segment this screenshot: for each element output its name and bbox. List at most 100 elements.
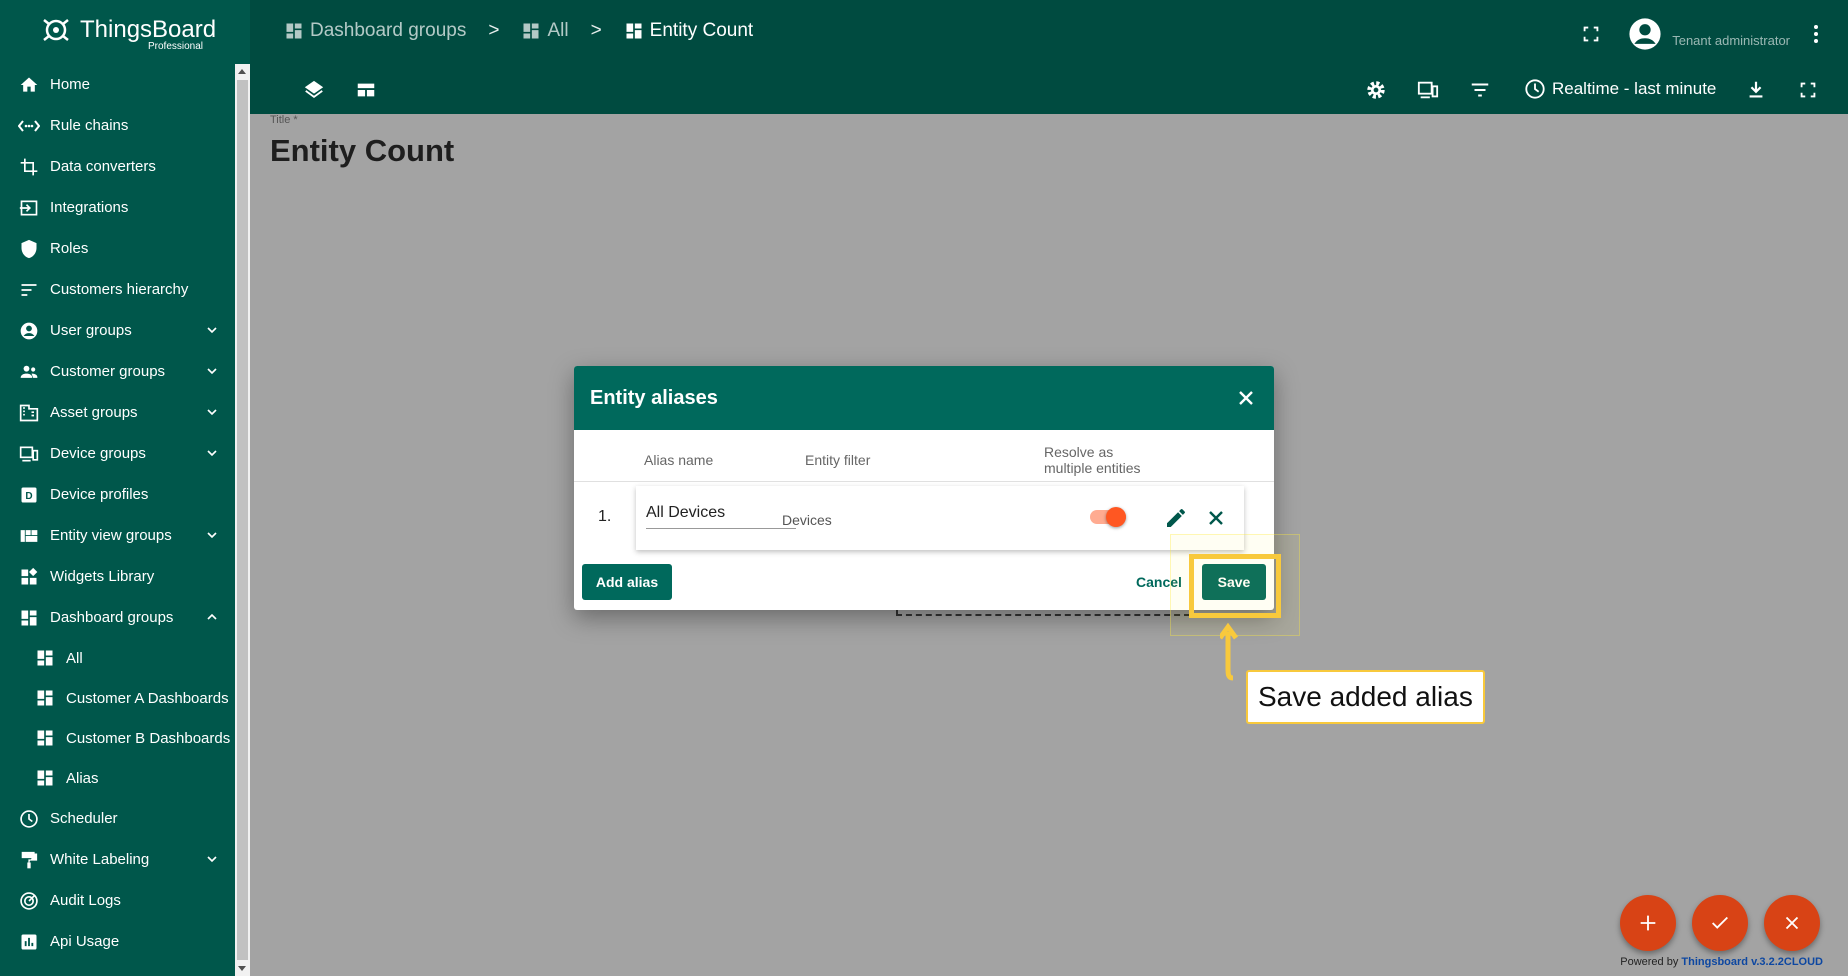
devices-icon bbox=[1417, 81, 1439, 99]
sidebar-item-customers-hierarchy[interactable]: Customers hierarchy bbox=[0, 269, 234, 310]
sidebar-item-data-converters[interactable]: Data converters bbox=[0, 146, 234, 187]
clock-icon bbox=[1525, 79, 1545, 99]
sidebar-item-label: Asset groups bbox=[50, 404, 138, 421]
sidebar-item-label: Integrations bbox=[50, 199, 129, 216]
col-resolve-line1: Resolve as bbox=[1044, 444, 1114, 460]
app-root: ThingsBoard Professional Home Rule chain… bbox=[0, 0, 1848, 976]
sidebar-item-audit-logs[interactable]: Audit Logs bbox=[0, 880, 234, 921]
sidebar-item-customer-b-dashboards[interactable]: Customer B Dashboards bbox=[0, 718, 234, 758]
plus-icon bbox=[1640, 915, 1656, 931]
resolve-multiple-toggle[interactable] bbox=[1090, 507, 1126, 527]
sidebar-item-label: Entity view groups bbox=[50, 527, 172, 544]
sidebar-item-device-profiles[interactable]: D Device profiles bbox=[0, 474, 234, 515]
view-quilt-icon bbox=[18, 525, 40, 547]
sidebar-item-white-labeling[interactable]: White Labeling bbox=[0, 839, 234, 880]
domain-icon bbox=[18, 402, 40, 424]
dashboard-icon bbox=[626, 23, 642, 39]
chevron-up-icon[interactable] bbox=[204, 609, 220, 625]
col-entity-filter: Entity filter bbox=[805, 452, 871, 468]
chevron-down-icon[interactable] bbox=[204, 322, 220, 338]
powered-link[interactable]: Thingsboard v.3.2.2CLOUD bbox=[1681, 956, 1823, 968]
page-title[interactable]: Entity Count bbox=[270, 133, 454, 169]
dashboard-fullscreen-button[interactable] bbox=[1794, 76, 1822, 104]
export-button[interactable] bbox=[1742, 76, 1770, 104]
sidebar-item-rule-chains[interactable]: Rule chains bbox=[0, 105, 234, 146]
svg-text:D: D bbox=[25, 491, 32, 502]
close-icon[interactable] bbox=[1234, 386, 1258, 410]
sidebar-item-customer-groups[interactable]: Customer groups bbox=[0, 351, 234, 392]
add-widget-fab[interactable] bbox=[1620, 895, 1676, 951]
shield-icon bbox=[18, 238, 40, 260]
apply-changes-fab[interactable] bbox=[1692, 895, 1748, 951]
layers-icon bbox=[304, 80, 324, 99]
col-alias-name: Alias name bbox=[644, 452, 714, 468]
widget-outline bbox=[896, 614, 1190, 616]
scrollbar-thumb[interactable] bbox=[237, 80, 248, 960]
chevron-down-icon[interactable] bbox=[204, 851, 220, 867]
sidebar-item-label: Dashboard groups bbox=[50, 609, 174, 626]
breadcrumb: Dashboard groups > All > Entity Count bbox=[284, 20, 753, 42]
sidebar-item-alias[interactable]: Alias bbox=[0, 758, 234, 798]
scroll-up-arrow[interactable] bbox=[238, 69, 246, 74]
sidebar-item-asset-groups[interactable]: Asset groups bbox=[0, 392, 234, 433]
alias-name-input[interactable]: All Devices bbox=[646, 504, 796, 529]
sidebar-item-device-groups[interactable]: Device groups bbox=[0, 433, 234, 474]
sidebar-item-api-usage[interactable]: Api Usage bbox=[0, 921, 234, 962]
sidebar-item-label: Alias bbox=[66, 769, 99, 787]
sidebar-item-customer-a-dashboards[interactable]: Customer A Dashboards bbox=[0, 678, 234, 718]
sidebar-item-integrations[interactable]: Integrations bbox=[0, 187, 234, 228]
dashboard-icon bbox=[34, 767, 56, 789]
fullscreen-icon[interactable] bbox=[1580, 23, 1602, 45]
chevron-down-icon[interactable] bbox=[204, 404, 220, 420]
entity-filter-value: Devices bbox=[782, 512, 832, 528]
scroll-down-arrow[interactable] bbox=[238, 966, 246, 971]
logo[interactable]: ThingsBoard Professional bbox=[38, 12, 218, 56]
edit-icon[interactable] bbox=[1164, 506, 1188, 530]
hierarchy-icon bbox=[18, 279, 40, 301]
sidebar-item-roles[interactable]: Roles bbox=[0, 228, 234, 269]
sidebar-item-label: Device groups bbox=[50, 445, 146, 462]
toggle-knob bbox=[1106, 507, 1126, 527]
sidebar-item-all[interactable]: All bbox=[0, 638, 234, 678]
filters-button[interactable] bbox=[1466, 76, 1494, 104]
sidebar-item-user-groups[interactable]: User groups bbox=[0, 310, 234, 351]
download-icon bbox=[1749, 81, 1763, 98]
dialog-title: Entity aliases bbox=[590, 386, 718, 409]
chevron-down-icon[interactable] bbox=[204, 527, 220, 543]
avatar[interactable] bbox=[1628, 17, 1662, 51]
more-vert-icon[interactable] bbox=[1804, 22, 1828, 46]
timewindow-button[interactable]: Realtime - last minute bbox=[1524, 78, 1716, 100]
sidebar-scrollbar[interactable] bbox=[235, 64, 250, 976]
clock-icon bbox=[18, 808, 40, 830]
settings-button[interactable] bbox=[1362, 76, 1390, 104]
sidebar: ThingsBoard Professional Home Rule chain… bbox=[0, 0, 250, 976]
format-paint-icon bbox=[18, 849, 40, 871]
sidebar-item-home[interactable]: Home bbox=[0, 64, 234, 105]
remove-icon[interactable] bbox=[1204, 506, 1228, 530]
sidebar-item-entity-view-groups[interactable]: Entity view groups bbox=[0, 515, 234, 556]
people-icon bbox=[18, 361, 40, 383]
device-profile-icon: D bbox=[18, 484, 40, 506]
breadcrumb-dashboard-groups[interactable]: Dashboard groups bbox=[284, 20, 466, 42]
callout-text: Save added alias bbox=[1258, 681, 1473, 712]
decline-changes-fab[interactable] bbox=[1764, 895, 1820, 951]
fullscreen-icon bbox=[1800, 82, 1816, 98]
dashboard-icon bbox=[34, 687, 56, 709]
add-alias-button[interactable]: Add alias bbox=[582, 564, 672, 600]
chevron-down-icon[interactable] bbox=[204, 363, 220, 379]
layers-button[interactable] bbox=[300, 76, 328, 104]
chevron-down-icon[interactable] bbox=[204, 445, 220, 461]
sidebar-item-widgets-library[interactable]: Widgets Library bbox=[0, 556, 234, 597]
check-icon bbox=[1712, 916, 1728, 929]
col-resolve-line2: multiple entities bbox=[1044, 460, 1141, 476]
sidebar-item-scheduler[interactable]: Scheduler bbox=[0, 798, 234, 839]
entity-aliases-button[interactable] bbox=[1414, 76, 1442, 104]
filter-list-icon bbox=[1471, 83, 1489, 97]
sidebar-item-dashboard-groups[interactable]: Dashboard groups bbox=[0, 597, 234, 638]
breadcrumb-all[interactable]: All bbox=[521, 20, 569, 42]
dashboard-icon bbox=[34, 647, 56, 669]
logo-title: ThingsBoard bbox=[80, 16, 217, 43]
save-highlight-box bbox=[1189, 554, 1281, 618]
user-role: Tenant administrator bbox=[1672, 32, 1790, 48]
layout-button[interactable] bbox=[352, 76, 380, 104]
